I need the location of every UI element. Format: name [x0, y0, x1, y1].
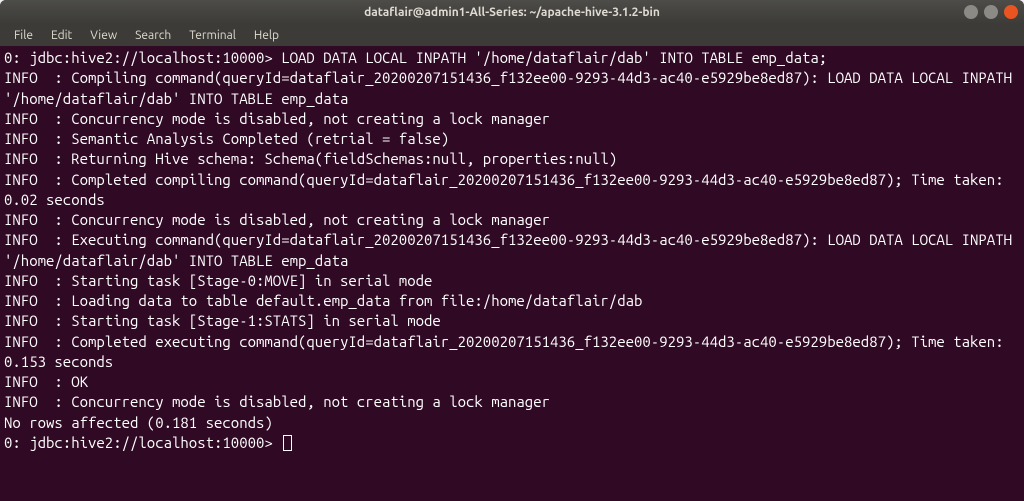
output-line: INFO : Starting task [Stage-0:MOVE] in s… [4, 271, 1020, 291]
output-line: INFO : Executing command(queryId=datafla… [4, 230, 1020, 271]
menu-view[interactable]: View [82, 27, 125, 44]
cursor-icon [283, 435, 292, 451]
output-line: INFO : Concurrency mode is disabled, not… [4, 109, 1020, 129]
menu-file[interactable]: File [6, 27, 41, 44]
output-line: INFO : Completed executing command(query… [4, 332, 1020, 373]
output-line: INFO : Compiling command(queryId=datafla… [4, 68, 1020, 109]
minimize-icon[interactable] [964, 5, 978, 19]
menu-terminal[interactable]: Terminal [181, 27, 244, 44]
window-titlebar: dataflair@admin1-All-Series: ~/apache-hi… [0, 0, 1024, 24]
prompt: 0: jdbc:hive2://localhost:10000> [4, 434, 281, 451]
output-line: INFO : Loading data to table default.emp… [4, 291, 1020, 311]
output-line: INFO : Concurrency mode is disabled, not… [4, 392, 1020, 412]
window-title: dataflair@admin1-All-Series: ~/apache-hi… [364, 6, 660, 19]
menu-help[interactable]: Help [246, 27, 287, 44]
prompt-line-2: 0: jdbc:hive2://localhost:10000> [4, 433, 1020, 453]
terminal-window: dataflair@admin1-All-Series: ~/apache-hi… [0, 0, 1024, 501]
output-line: No rows affected (0.181 seconds) [4, 413, 1020, 433]
output-line: INFO : Completed compiling command(query… [4, 170, 1020, 211]
menu-search[interactable]: Search [127, 27, 179, 44]
output-line: INFO : Semantic Analysis Completed (retr… [4, 129, 1020, 149]
menubar: File Edit View Search Terminal Help [0, 24, 1024, 46]
output-line: INFO : OK [4, 372, 1020, 392]
command-text: LOAD DATA LOCAL INPATH '/home/dataflair/… [281, 49, 827, 66]
prompt: 0: jdbc:hive2://localhost:10000> [4, 49, 281, 66]
window-controls [964, 5, 1018, 19]
menu-edit[interactable]: Edit [43, 27, 80, 44]
output-line: INFO : Returning Hive schema: Schema(fie… [4, 149, 1020, 169]
terminal-output[interactable]: 0: jdbc:hive2://localhost:10000> LOAD DA… [0, 46, 1024, 501]
close-icon[interactable] [1004, 5, 1018, 19]
output-line: INFO : Starting task [Stage-1:STATS] in … [4, 311, 1020, 331]
output-line: INFO : Concurrency mode is disabled, not… [4, 210, 1020, 230]
maximize-icon[interactable] [984, 5, 998, 19]
prompt-line: 0: jdbc:hive2://localhost:10000> LOAD DA… [4, 48, 1020, 68]
